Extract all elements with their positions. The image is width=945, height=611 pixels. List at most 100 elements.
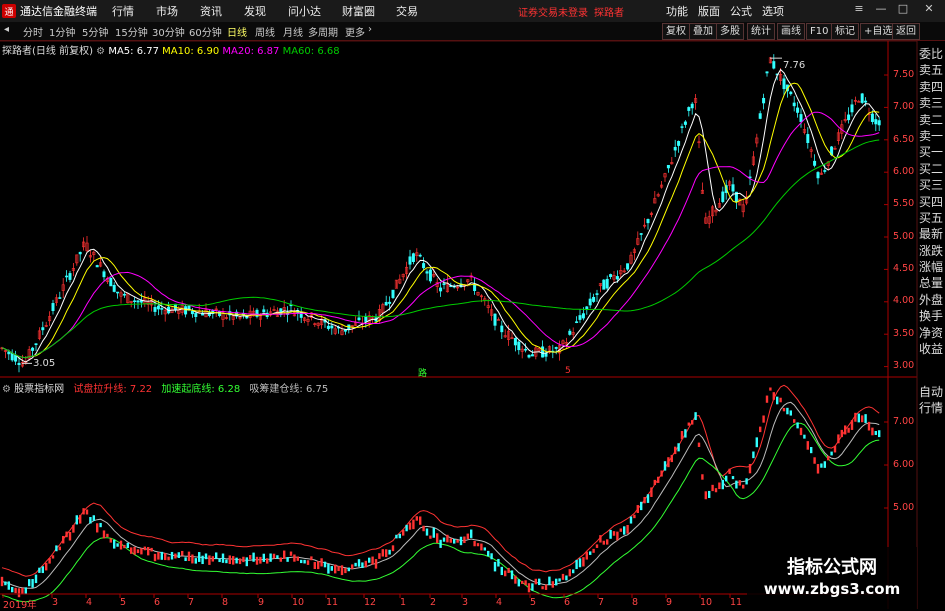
sidebar-item[interactable]: 卖二 bbox=[917, 112, 945, 128]
indicator-bar bbox=[456, 539, 459, 543]
sidebar-item[interactable]: 买二 bbox=[917, 161, 945, 177]
indicator-bar bbox=[765, 395, 769, 403]
indicator-tick: 7.00 bbox=[893, 416, 915, 427]
date-tick: 8 bbox=[222, 597, 229, 608]
indicator-bar bbox=[187, 551, 191, 562]
indicator-bar bbox=[602, 540, 605, 545]
sidebar-item[interactable]: 涨幅 bbox=[917, 259, 945, 275]
indicator-bar bbox=[55, 545, 58, 552]
indicator-bar bbox=[153, 553, 157, 562]
indicator-bar bbox=[711, 484, 714, 492]
indicator-bar bbox=[109, 538, 112, 543]
candle-body bbox=[330, 325, 334, 329]
indicator-bar bbox=[701, 474, 704, 480]
sidebar-item[interactable]: 买五 bbox=[917, 210, 945, 226]
indicator-bar bbox=[779, 397, 782, 403]
indicator-bar bbox=[221, 553, 225, 563]
indicator-bar bbox=[854, 412, 857, 422]
indicator-bar bbox=[41, 566, 44, 574]
indicator-bar bbox=[551, 581, 554, 588]
indicator-bar bbox=[303, 559, 306, 564]
indicator-bar bbox=[272, 553, 276, 559]
indicator-bar bbox=[34, 574, 38, 584]
indicator-bar bbox=[14, 587, 17, 594]
sidebar-item[interactable]: 卖三 bbox=[917, 95, 945, 111]
event-marker[interactable]: 路 bbox=[418, 366, 427, 379]
candle-body bbox=[68, 273, 72, 280]
indicator-bar bbox=[96, 523, 99, 533]
indicator-bar bbox=[857, 413, 860, 423]
candle-body bbox=[816, 172, 820, 179]
indicator-bar bbox=[432, 527, 435, 538]
indicator-bar bbox=[306, 560, 310, 565]
indicator-bar bbox=[378, 553, 381, 559]
candle-body bbox=[411, 253, 415, 262]
indicator-bar bbox=[643, 497, 646, 504]
date-tick: 11 bbox=[730, 597, 743, 608]
indicator-bar bbox=[629, 516, 633, 524]
indicator-bar bbox=[157, 552, 160, 560]
indicator-bar bbox=[0, 576, 4, 587]
sidebar-item[interactable]: 换手 bbox=[917, 308, 945, 324]
candle-body bbox=[136, 300, 140, 303]
indicator-bar bbox=[82, 508, 85, 515]
sidebar-item[interactable]: 收益 bbox=[917, 341, 945, 357]
indicator-bar bbox=[354, 562, 357, 567]
chart-canvas[interactable] bbox=[0, 0, 945, 609]
date-tick: 4 bbox=[86, 597, 93, 608]
candle-body bbox=[554, 347, 558, 349]
sidebar-item[interactable]: 最新 bbox=[917, 226, 945, 242]
date-tick: 7 bbox=[598, 597, 605, 608]
candle-body bbox=[422, 263, 426, 269]
sidebar-item[interactable]: 卖四 bbox=[917, 79, 945, 95]
price-tick: 5.50 bbox=[893, 198, 915, 209]
sidebar-item[interactable]: 卖五 bbox=[917, 62, 945, 78]
indicator-bar bbox=[102, 530, 106, 539]
candle-body bbox=[122, 293, 126, 296]
indicator-bar bbox=[592, 548, 595, 553]
indicator-bar bbox=[748, 463, 752, 474]
indicator-bar bbox=[704, 491, 707, 500]
sidebar-item-quote[interactable]: 行情 bbox=[917, 400, 945, 416]
date-tick: 5 bbox=[530, 597, 537, 608]
price-tick: 3.00 bbox=[893, 360, 915, 371]
indicator-bar bbox=[721, 479, 724, 490]
candle-body bbox=[595, 293, 599, 295]
sidebar-item-auto[interactable]: 自动 bbox=[917, 384, 945, 400]
sidebar-item[interactable]: 买三 bbox=[917, 177, 945, 193]
indicator-bar bbox=[636, 505, 639, 513]
candle-body bbox=[782, 78, 786, 90]
indicator-bar bbox=[385, 549, 388, 558]
date-tick: 1 bbox=[400, 597, 407, 608]
indicator-bar bbox=[364, 560, 367, 568]
indicator-bar bbox=[51, 555, 55, 559]
indicator-bar bbox=[527, 583, 531, 593]
sidebar-item[interactable]: 净资 bbox=[917, 325, 945, 341]
watermark-title: 指标公式网 bbox=[787, 557, 877, 578]
indicator-bar bbox=[266, 558, 269, 564]
indicator-bar bbox=[337, 565, 340, 572]
price-tick: 7.00 bbox=[893, 101, 915, 112]
sidebar-item[interactable]: 涨跌 bbox=[917, 243, 945, 259]
indicator-bar bbox=[449, 538, 452, 543]
indicator-bar bbox=[446, 534, 449, 543]
indicator-bar bbox=[201, 555, 204, 565]
sidebar-item[interactable]: 委比 bbox=[917, 46, 945, 62]
sidebar-item[interactable]: 买一 bbox=[917, 144, 945, 160]
indicator-bar bbox=[694, 412, 697, 420]
indicator-bar bbox=[755, 437, 758, 448]
indicator-bar bbox=[320, 558, 323, 567]
event-marker[interactable]: 5 bbox=[565, 366, 571, 376]
indicator-bar bbox=[663, 461, 667, 471]
sidebar-item[interactable]: 卖一 bbox=[917, 128, 945, 144]
sidebar-item[interactable]: 外盘 bbox=[917, 292, 945, 308]
candle-body bbox=[605, 278, 609, 289]
indicator-bar bbox=[521, 580, 524, 584]
sidebar-item[interactable]: 总量 bbox=[917, 275, 945, 291]
indicator-bar bbox=[599, 535, 602, 543]
indicator-bar bbox=[123, 544, 126, 549]
indicator-bar bbox=[850, 420, 854, 430]
indicator-bar bbox=[340, 565, 344, 576]
sidebar-item[interactable]: 买四 bbox=[917, 194, 945, 210]
candle-body bbox=[517, 341, 521, 351]
